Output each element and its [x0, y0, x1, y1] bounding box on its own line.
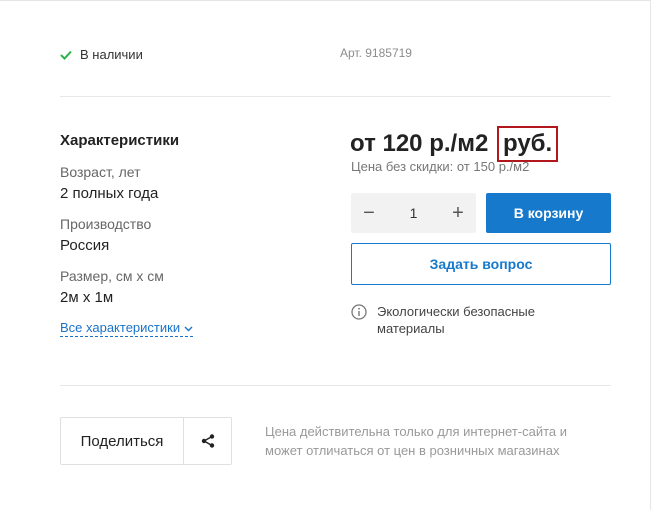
add-to-cart-button[interactable]: В корзину	[486, 193, 611, 233]
share-button[interactable]: Поделиться	[61, 418, 184, 464]
char-value-origin: Россия	[60, 237, 110, 254]
quantity-value[interactable]: 1	[410, 205, 418, 221]
eco-note-text: Экологически безопасные материалы	[377, 304, 535, 336]
char-value-age: 2 полных года	[60, 185, 159, 202]
price-disclaimer: Цена действительна только для интернет-с…	[265, 424, 568, 458]
check-icon	[60, 50, 72, 60]
decrease-button[interactable]: −	[351, 193, 387, 233]
price-main: от 120 р./м2	[350, 130, 489, 157]
char-label-origin: Производство	[60, 216, 152, 232]
divider-top	[60, 96, 611, 97]
eco-note: Экологически безопасные материалы	[351, 303, 557, 337]
characteristics-title: Характеристики	[60, 132, 180, 149]
char-label-size: Размер, см х см	[60, 268, 164, 284]
price-without-discount: Цена без скидки: от 150 р./м2	[351, 159, 530, 174]
price-currency: руб.	[496, 126, 559, 162]
price-block: от 120 р./м2 руб.	[350, 126, 559, 162]
divider-bottom	[60, 385, 611, 386]
sku-number: Арт. 9185719	[340, 46, 412, 60]
quantity-stepper: − 1 +	[351, 193, 476, 233]
ask-question-button[interactable]: Задать вопрос	[351, 243, 611, 285]
product-card: В наличии Арт. 9185719 Характеристики Во…	[0, 0, 651, 510]
all-characteristics-label: Все характеристики	[60, 320, 181, 335]
share-widget: Поделиться	[60, 417, 232, 465]
char-label-age: Возраст, лет	[60, 164, 141, 180]
stock-label: В наличии	[80, 47, 143, 62]
chevron-down-icon	[184, 320, 193, 335]
increase-button[interactable]: +	[440, 193, 476, 233]
share-icon[interactable]	[184, 418, 231, 464]
stock-status: В наличии	[60, 47, 143, 62]
all-characteristics-link[interactable]: Все характеристики	[60, 320, 194, 337]
char-value-size: 2м х 1м	[60, 289, 114, 306]
info-icon	[351, 303, 367, 337]
